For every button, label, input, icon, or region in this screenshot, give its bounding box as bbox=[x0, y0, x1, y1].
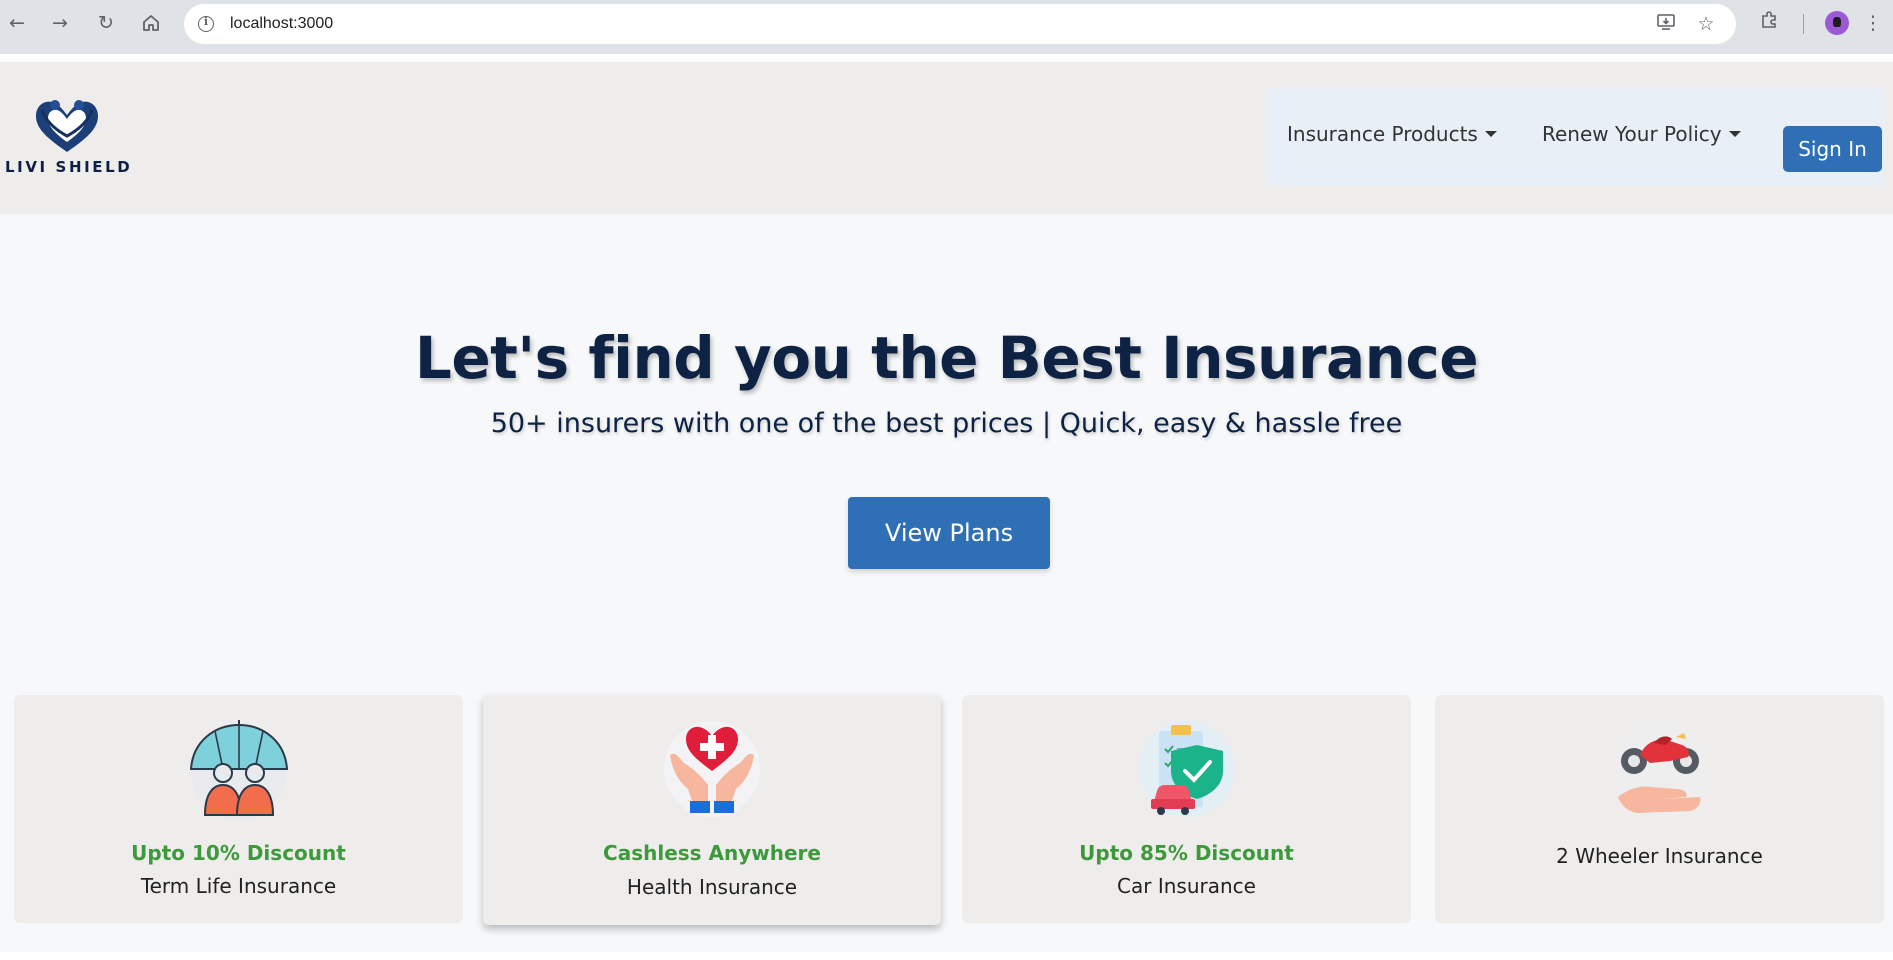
shield-heart-logo-icon bbox=[36, 100, 98, 152]
url-text[interactable]: localhost:3000 bbox=[230, 15, 333, 33]
site-info-icon[interactable] bbox=[198, 15, 214, 32]
browser-toolbar: ← → ↻ localhost:3000 ☆ ⋮ bbox=[0, 0, 1893, 54]
brand-name: LIVI SHIELD bbox=[5, 158, 133, 176]
card-highlight: Upto 85% Discount bbox=[1079, 841, 1294, 865]
card-label: 2 Wheeler Insurance bbox=[1556, 844, 1763, 868]
bookmark-star-icon[interactable]: ☆ bbox=[1694, 12, 1718, 36]
umbrella-family-icon bbox=[189, 719, 289, 819]
toolbar-divider bbox=[1803, 14, 1804, 34]
back-icon[interactable]: ← bbox=[4, 10, 30, 36]
card-label: Car Insurance bbox=[1117, 874, 1256, 898]
card-car[interactable]: Upto 85% Discount Car Insurance bbox=[962, 695, 1411, 923]
nav-insurance-products-label: Insurance Products bbox=[1287, 122, 1478, 146]
card-highlight: Cashless Anywhere bbox=[603, 841, 821, 865]
address-bar[interactable]: localhost:3000 ☆ bbox=[184, 4, 1736, 44]
view-plans-button[interactable]: View Plans bbox=[848, 497, 1050, 569]
reload-icon[interactable]: ↻ bbox=[93, 10, 119, 36]
motorbike-hand-icon bbox=[1610, 719, 1710, 819]
nav-renew-policy[interactable]: Renew Your Policy bbox=[1542, 122, 1741, 146]
caret-down-icon bbox=[1484, 131, 1497, 137]
card-label: Term Life Insurance bbox=[140, 874, 337, 898]
hands-heart-icon bbox=[662, 719, 762, 819]
product-cards: Upto 10% Discount Term Life Insurance Ca… bbox=[0, 670, 1893, 952]
forward-icon[interactable]: → bbox=[47, 10, 73, 36]
card-term-life[interactable]: Upto 10% Discount Term Life Insurance bbox=[14, 695, 463, 923]
card-health[interactable]: Cashless Anywhere Health Insurance bbox=[483, 695, 941, 925]
sign-in-button[interactable]: Sign In bbox=[1783, 126, 1882, 172]
browser-menu-icon[interactable]: ⋮ bbox=[1863, 10, 1883, 36]
car-shield-icon bbox=[1137, 719, 1237, 819]
card-highlight: Upto 10% Discount bbox=[131, 841, 346, 865]
hero-subtitle: 50+ insurers with one of the best prices… bbox=[490, 408, 1403, 439]
profile-avatar[interactable] bbox=[1825, 11, 1849, 35]
caret-down-icon bbox=[1728, 131, 1741, 137]
card-label: Health Insurance bbox=[626, 875, 798, 899]
nav-insurance-products[interactable]: Insurance Products bbox=[1287, 122, 1497, 146]
extensions-icon[interactable] bbox=[1756, 10, 1782, 36]
hero-section: Let's find you the Best Insurance 50+ in… bbox=[0, 214, 1893, 670]
home-icon[interactable] bbox=[138, 10, 164, 36]
page-bottom-edge bbox=[0, 952, 1893, 960]
brand-logo[interactable]: LIVI SHIELD bbox=[5, 96, 135, 176]
install-app-icon[interactable] bbox=[1654, 12, 1678, 36]
nav-renew-policy-label: Renew Your Policy bbox=[1542, 122, 1722, 146]
site-header: LIVI SHIELD Insurance Products Renew You… bbox=[0, 62, 1893, 214]
card-two-wheeler[interactable]: 2 Wheeler Insurance bbox=[1435, 695, 1884, 923]
hero-title: Let's find you the Best Insurance bbox=[414, 324, 1479, 392]
